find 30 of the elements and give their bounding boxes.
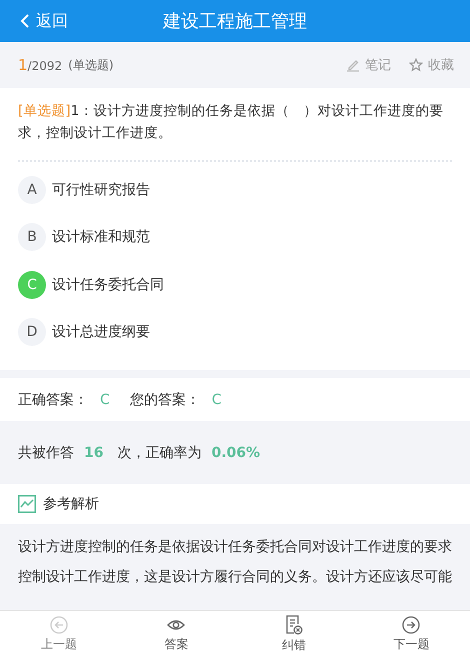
nav-button[interactable]: 下一题 (352, 611, 470, 658)
answer-count: 16 (84, 444, 104, 460)
question-counter: 1/2092 (18, 56, 62, 74)
chart-icon (18, 495, 36, 513)
stats-label: 次，正确率为 (117, 444, 202, 462)
accuracy-rate: 0.06% (211, 444, 260, 460)
question-type: (单选题) (68, 56, 114, 74)
your-answer-label: 您的答案： (130, 390, 200, 408)
back-icon (20, 14, 30, 28)
stats-label: 共被作答 (18, 444, 74, 462)
nav-button[interactable]: 纠错 (235, 611, 352, 658)
answer-option[interactable]: B 设计标准和规范 (18, 214, 452, 261)
your-answer-value: C (212, 392, 222, 408)
answer-option[interactable]: D 设计总进度纲要 (18, 308, 452, 356)
option-letter: D (18, 318, 46, 346)
correct-answer-label: 正确答案： (18, 390, 88, 408)
option-letter: A (18, 176, 46, 204)
option-letter: C (18, 270, 46, 299)
correct-answer-value: C (100, 392, 110, 408)
star-icon (409, 58, 423, 72)
page-title: 建设工程施工管理 (163, 10, 307, 33)
document-error-icon (284, 615, 303, 635)
analysis-text: 设计方进度控制的任务是依据设计任务委托合同对设计工作进度的要求控制设计工作进度，这是设计方履行合同的义务。设计方还应该尽可能 (18, 538, 452, 587)
answer-option[interactable]: C 设计任务委托合同 (18, 261, 452, 308)
analysis-title: 参考解析 (43, 495, 99, 513)
answer-option[interactable]: A 可行性研究报告 (18, 166, 452, 214)
nav-button[interactable]: 答案 (118, 611, 235, 658)
pencil-icon (346, 58, 360, 72)
option-letter: B (18, 223, 46, 252)
question-text: [单选题]1：设计方进度控制的任务是依据（ ）对设计工作进度的要求，控制设计工作进度。 (18, 102, 444, 143)
